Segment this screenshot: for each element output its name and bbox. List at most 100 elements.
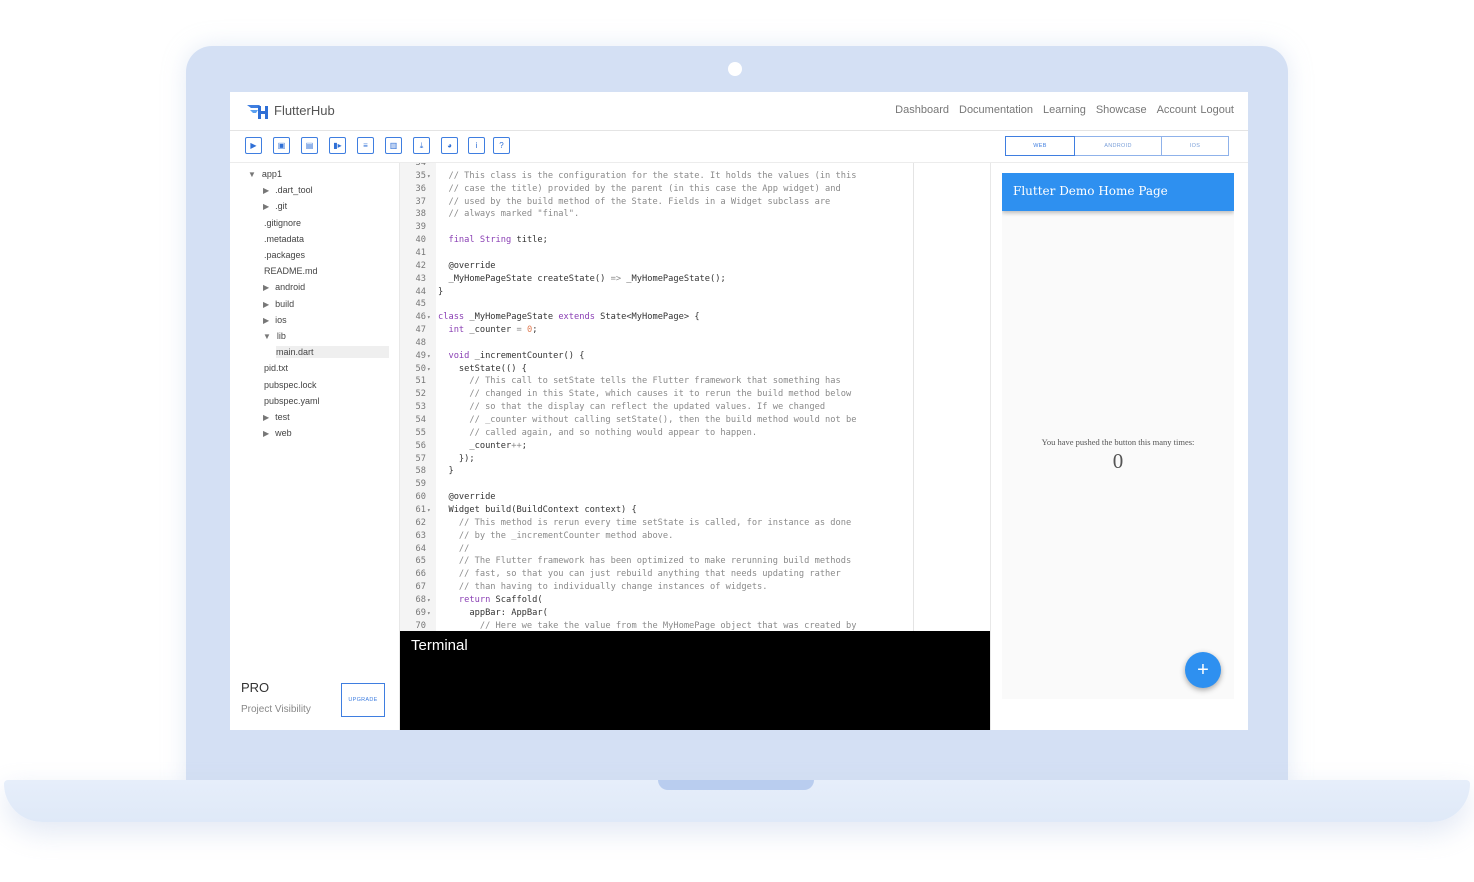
code-line[interactable]: 44}	[400, 286, 990, 299]
upgrade-button[interactable]: UPGRADE	[341, 683, 385, 717]
nav-logout[interactable]: Logout	[1200, 104, 1234, 116]
code-line[interactable]: 68 ▾ return Scaffold(	[400, 594, 990, 607]
file-item[interactable]: pid.txt	[264, 363, 288, 373]
expand-down-icon[interactable]: ▼	[248, 170, 256, 179]
flutterhub-logo-icon[interactable]	[246, 102, 270, 120]
duplicate-button[interactable]: ▮▸	[329, 137, 346, 154]
code-line[interactable]: 58 }	[400, 465, 990, 478]
nav-account[interactable]: Account	[1157, 104, 1197, 116]
fold-arrow-icon[interactable]: ▾	[427, 170, 431, 183]
code-line[interactable]: 46 ▾ class _MyHomePageState extends State<…	[400, 311, 990, 324]
folder-item[interactable]: ▼ lib	[263, 331, 286, 341]
nav-learning[interactable]: Learning	[1043, 104, 1086, 116]
code-line[interactable]: 59	[400, 478, 990, 491]
play-button[interactable]: ▶	[245, 137, 262, 154]
code-text: // changed in this State, which causes i…	[438, 389, 852, 400]
code-line[interactable]: 36 // case the title) provided by the pa…	[400, 183, 990, 196]
code-line[interactable]: 69 ▾ appBar: AppBar(	[400, 607, 990, 620]
code-line[interactable]: 52 // changed in this State, which cause…	[400, 388, 990, 401]
code-line[interactable]: 45	[400, 298, 990, 311]
nav-documentation[interactable]: Documentation	[959, 104, 1033, 116]
terminal-panel[interactable]: Terminal	[400, 631, 990, 730]
brand-name: FlutterHub	[274, 103, 335, 118]
code-line[interactable]: 43 _MyHomePageState createState() => _My…	[400, 273, 990, 286]
code-line[interactable]: 51 // This call to setState tells the Fl…	[400, 375, 990, 388]
help-button[interactable]: ?	[493, 137, 510, 154]
code-editor[interactable]: 34 35 ▾ // This class is the configuration…	[400, 163, 990, 631]
code-text: // _counter without calling setState(), …	[438, 415, 857, 425]
code-line[interactable]: 64 //	[400, 543, 990, 556]
file-button[interactable]: ▤	[301, 137, 318, 154]
plus-icon: +	[1197, 658, 1209, 681]
folder-item[interactable]: ▶ build	[263, 299, 294, 309]
code-line[interactable]: 42 @override	[400, 260, 990, 273]
nav-showcase[interactable]: Showcase	[1096, 104, 1147, 116]
code-line[interactable]: 67 // than having to individually change…	[400, 581, 990, 594]
folder-item[interactable]: ▶ ios	[263, 315, 287, 325]
clipboard-button[interactable]: ▥	[385, 137, 402, 154]
increment-fab-button[interactable]: +	[1185, 652, 1221, 688]
code-line[interactable]: 50 ▾ setState(() {	[400, 363, 990, 376]
code-line[interactable]: 40 final String title;	[400, 234, 990, 247]
file-item[interactable]: main.dart	[276, 346, 389, 359]
tab-android[interactable]: ANDROID	[1075, 136, 1162, 156]
line-number: 69	[415, 607, 426, 618]
tab-web[interactable]: WEB	[1005, 136, 1075, 156]
code-line[interactable]: 57 });	[400, 453, 990, 466]
save-button[interactable]: ▣	[273, 137, 290, 154]
folder-item[interactable]: ▶ test	[263, 412, 290, 422]
line-number: 43	[415, 273, 426, 284]
file-item[interactable]: pubspec.yaml	[264, 396, 320, 406]
file-item[interactable]: .packages	[264, 250, 305, 260]
folder-item[interactable]: ▶ .git	[263, 201, 287, 211]
expand-right-icon[interactable]: ▶	[263, 283, 269, 292]
fold-arrow-icon[interactable]: ▾	[427, 504, 431, 517]
code-line[interactable]: 66 // fast, so that you can just rebuild…	[400, 568, 990, 581]
code-line[interactable]: 47 int _counter = 0;	[400, 324, 990, 337]
nav-dashboard[interactable]: Dashboard	[895, 104, 949, 116]
code-line[interactable]: 53 // so that the display can reflect th…	[400, 401, 990, 414]
fold-arrow-icon[interactable]: ▾	[427, 363, 431, 376]
file-item[interactable]: .gitignore	[264, 218, 301, 228]
code-line[interactable]: 60 @override	[400, 491, 990, 504]
file-item[interactable]: pubspec.lock	[264, 380, 317, 390]
list-button[interactable]: ≡	[357, 137, 374, 154]
file-item[interactable]: .metadata	[264, 234, 304, 244]
info-button[interactable]: i	[468, 137, 485, 154]
tab-ios[interactable]: IOS	[1162, 136, 1229, 156]
expand-right-icon[interactable]: ▶	[263, 429, 269, 438]
code-line[interactable]: 49 ▾ void _incrementCounter() {	[400, 350, 990, 363]
code-line[interactable]: 65 // The Flutter framework has been opt…	[400, 555, 990, 568]
fold-arrow-icon[interactable]: ▾	[427, 311, 431, 324]
expand-right-icon[interactable]: ▶	[263, 316, 269, 325]
palette-button[interactable]: ◕	[441, 137, 458, 154]
expand-right-icon[interactable]: ▶	[263, 413, 269, 422]
file-item[interactable]: README.md	[264, 266, 318, 276]
code-line[interactable]: 61 ▾ Widget build(BuildContext context) {	[400, 504, 990, 517]
code-line[interactable]: 41	[400, 247, 990, 260]
download-button[interactable]: ⤓	[413, 137, 430, 154]
code-line[interactable]: 56 _counter++;	[400, 440, 990, 453]
code-line[interactable]: 48	[400, 337, 990, 350]
folder-item[interactable]: ▶ web	[263, 428, 292, 438]
tree-item-label: .packages	[264, 250, 306, 260]
folder-item[interactable]: ▶ android	[263, 282, 305, 292]
code-line[interactable]: 38 // always marked "final".	[400, 208, 990, 221]
folder-item[interactable]: ▼ app1	[248, 169, 282, 179]
code-line[interactable]: 35 ▾ // This class is the configuration f…	[400, 170, 990, 183]
code-line[interactable]: 54 // _counter without calling setState(…	[400, 414, 990, 427]
expand-right-icon[interactable]: ▶	[263, 300, 269, 309]
expand-right-icon[interactable]: ▶	[263, 186, 269, 195]
code-line[interactable]: 62 // This method is rerun every time se…	[400, 517, 990, 530]
code-line[interactable]: 55 // called again, and so nothing would…	[400, 427, 990, 440]
expand-right-icon[interactable]: ▶	[263, 202, 269, 211]
code-line[interactable]: 63 // by the _incrementCounter method ab…	[400, 530, 990, 543]
fold-arrow-icon[interactable]: ▾	[427, 594, 431, 607]
code-line[interactable]: 39	[400, 221, 990, 234]
expand-down-icon[interactable]: ▼	[263, 332, 271, 341]
code-line[interactable]: 70 // Here we take the value from the My…	[400, 620, 990, 631]
fold-arrow-icon[interactable]: ▾	[427, 607, 431, 620]
folder-item[interactable]: ▶ .dart_tool	[263, 185, 313, 195]
fold-arrow-icon[interactable]: ▾	[427, 350, 431, 363]
code-line[interactable]: 37 // used by the build method of the St…	[400, 196, 990, 209]
